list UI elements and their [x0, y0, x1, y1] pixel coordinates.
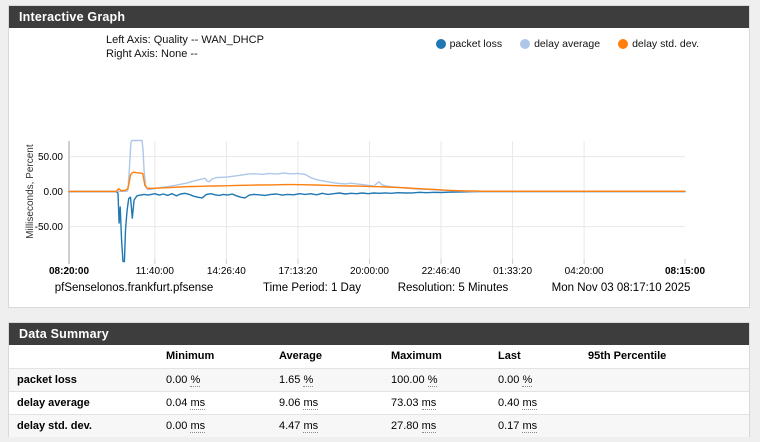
table-row: packet loss0.00 %1.65 %100.00 %0.00 %: [9, 368, 749, 391]
metric-value-cell: 0.40 ms: [490, 391, 580, 414]
interactive-graph-panel: Interactive Graph Left Axis: Quality -- …: [8, 5, 750, 308]
graph-time-period-label: Time Period: 1 Day: [263, 282, 361, 294]
unit-abbr: ms: [422, 420, 437, 433]
x-tick-label: 11:40:00: [136, 266, 175, 277]
series-delay-std-dev-: [69, 172, 685, 191]
graph-body: Left Axis: Quality -- WAN_DHCP Right Axi…: [9, 28, 749, 307]
y-tick-label: 50.00: [38, 152, 63, 163]
unit-abbr: ms: [303, 420, 318, 433]
x-tick-label: 22:46:40: [422, 266, 461, 277]
x-axis-ticks: [69, 259, 685, 264]
metric-value-cell: 27.80 ms: [383, 414, 490, 437]
metric-value-cell: 0.17 ms: [490, 414, 580, 437]
graph-footer: pfSenselonos.frankfurt.pfsense Time Peri…: [9, 282, 749, 300]
metric-value-cell: 0.00 ms: [158, 414, 271, 437]
x-tick-label: 04:20:00: [565, 266, 604, 277]
interactive-graph-title: Interactive Graph: [19, 10, 125, 24]
y-tick-label: -50.00: [35, 222, 64, 233]
unit-abbr: ms: [190, 397, 205, 410]
unit-abbr: %: [190, 374, 200, 387]
x-tick-label: 01:33:20: [493, 266, 532, 277]
metric-value-cell: 73.03 ms: [383, 391, 490, 414]
metric-value-cell: 100.00 %: [383, 368, 490, 391]
unit-abbr: ms: [422, 397, 437, 410]
interactive-graph-heading: Interactive Graph: [9, 6, 749, 28]
metric-value-cell: 0.00 %: [158, 368, 271, 391]
column-header-average: Average: [271, 345, 383, 368]
graph-timestamp-label: Mon Nov 03 08:17:10 2025: [552, 282, 691, 294]
data-summary-title: Data Summary: [19, 327, 109, 341]
metric-label: delay average: [9, 391, 158, 414]
table-row: delay std. dev.0.00 ms4.47 ms27.80 ms0.1…: [9, 414, 749, 437]
chart-gridlines: [69, 141, 685, 259]
column-header-95th-percentile: 95th Percentile: [580, 345, 749, 368]
x-tick-label: 14:26:40: [207, 266, 246, 277]
column-header-minimum: Minimum: [158, 345, 271, 368]
data-summary-header-row: MinimumAverageMaximumLast95th Percentile: [9, 345, 749, 368]
y-axis-title: Milliseconds, Percent: [25, 144, 36, 239]
column-header-last: Last: [490, 345, 580, 368]
unit-abbr: ms: [190, 420, 205, 433]
graph-host-label: pfSenselonos.frankfurt.pfsense: [55, 282, 214, 294]
metric-value-cell: 1.65 %: [271, 368, 383, 391]
x-tick-label: 20:00:00: [350, 266, 389, 277]
unit-abbr: ms: [303, 397, 318, 410]
graph-resolution-label: Resolution: 5 Minutes: [398, 282, 509, 294]
unit-abbr: ms: [522, 420, 537, 433]
y-tick-label: 0.00: [44, 187, 64, 198]
data-summary-table: MinimumAverageMaximumLast95th Percentile…: [9, 345, 749, 437]
metric-value-cell: 9.06 ms: [271, 391, 383, 414]
metric-label: delay std. dev.: [9, 414, 158, 437]
metric-value-cell: 0.00 %: [490, 368, 580, 391]
metric-value-cell: 0.04 ms: [158, 391, 271, 414]
metric-value-cell: [580, 368, 749, 391]
data-summary-heading: Data Summary: [9, 323, 749, 345]
metric-column-header: [9, 345, 158, 368]
metric-value-cell: [580, 391, 749, 414]
metric-label: packet loss: [9, 368, 158, 391]
unit-abbr: %: [303, 374, 313, 387]
metric-value-cell: 4.47 ms: [271, 414, 383, 437]
unit-abbr: %: [428, 374, 438, 387]
column-header-maximum: Maximum: [383, 345, 490, 368]
table-row: delay average0.04 ms9.06 ms73.03 ms0.40 …: [9, 391, 749, 414]
quality-graph[interactable]: 08:20:00 11:40:00 14:26:40 17:13:20 20:00:00…: [9, 28, 749, 278]
metric-value-cell: [580, 414, 749, 437]
unit-abbr: ms: [522, 397, 537, 410]
unit-abbr: %: [522, 374, 532, 387]
x-tick-label: 08:15:00: [665, 266, 705, 277]
x-tick-label: 17:13:20: [278, 266, 317, 277]
x-tick-label: 08:20:00: [49, 266, 89, 277]
data-summary-panel: Data Summary MinimumAverageMaximumLast95…: [8, 322, 750, 437]
series-delay-average: [69, 141, 685, 192]
